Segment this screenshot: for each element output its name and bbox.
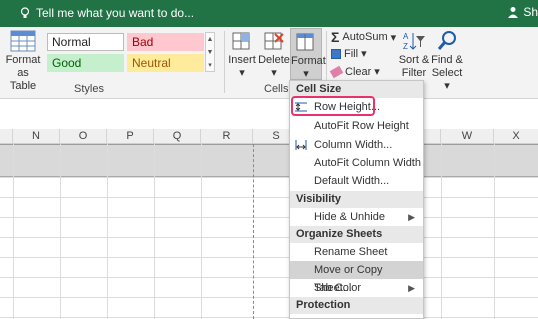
format-button[interactable]: Format ▾ (290, 28, 326, 80)
protection-header: Protection (290, 297, 423, 314)
gallery-more-icon[interactable]: ▾ (206, 59, 214, 72)
eraser-icon (329, 65, 344, 78)
cell-grid[interactable] (0, 177, 538, 319)
style-good-label: Good (52, 56, 82, 70)
column-header-q[interactable]: Q (154, 129, 201, 144)
cells-group-label: Cells (264, 83, 289, 95)
tab-color-label: Tab Color (314, 282, 362, 294)
find-select-dropdown-icon: ▾ (444, 80, 450, 92)
column-width-icon (295, 140, 307, 150)
sigma-icon: Σ (331, 29, 340, 45)
styles-group-label: Styles (74, 83, 104, 95)
rename-sheet-label: Rename Sheet (314, 246, 388, 258)
column-headers: N O P Q R S T U V W X (0, 129, 538, 144)
autosum-button[interactable]: Σ AutoSum ▾ (331, 29, 396, 45)
sort-filter-icon: A Z (403, 32, 425, 51)
autofit-row-height-item[interactable]: AutoFit Row Height (290, 117, 423, 135)
insert-dropdown-icon: ▾ (239, 67, 245, 79)
format-cells-icon (296, 33, 314, 51)
style-neutral[interactable]: Neutral (127, 54, 204, 72)
autosum-dropdown-icon: ▾ (390, 31, 397, 44)
styles-gallery-scroll[interactable]: ▲ ▼ ▾ (205, 32, 215, 72)
find-select-button[interactable]: Find & Select ▾ (430, 30, 464, 93)
svg-text:Z: Z (403, 42, 408, 51)
clear-button[interactable]: Clear ▾ (329, 65, 380, 78)
tell-me-text: Tell me what you want to do... (36, 6, 195, 20)
insert-cells-icon (232, 32, 250, 50)
style-bad-label: Bad (132, 35, 154, 49)
table-icon (10, 30, 36, 52)
column-width-item[interactable]: Column Width... (290, 136, 423, 154)
row-height-highlight (291, 96, 375, 116)
clear-dropdown-icon: ▾ (374, 66, 380, 78)
group-separator (224, 31, 225, 93)
organize-sheets-header: Organize Sheets (290, 226, 423, 243)
clear-label: Clear (345, 65, 372, 78)
autofit-column-width-item[interactable]: AutoFit Column Width (290, 154, 423, 172)
default-width-label: Default Width... (314, 175, 390, 187)
column-header-r[interactable]: R (201, 129, 253, 144)
grid-line (154, 144, 155, 319)
style-normal[interactable]: Normal (47, 33, 124, 51)
delete-label: Delete (258, 54, 290, 66)
style-neutral-label: Neutral (132, 56, 171, 70)
svg-text:A: A (403, 32, 409, 41)
visibility-header: Visibility (290, 191, 423, 208)
fill-dropdown-icon: ▾ (361, 48, 367, 60)
format-label: Format (291, 55, 326, 67)
scroll-down-icon[interactable]: ▼ (206, 46, 214, 59)
lightbulb-icon (20, 7, 30, 18)
tell-me-box[interactable]: Tell me what you want to do... (20, 6, 194, 20)
submenu-arrow-icon: ▶ (408, 283, 415, 293)
delete-cells-icon (264, 32, 284, 50)
autosum-label: AutoSum (342, 31, 388, 43)
person-icon (508, 7, 519, 18)
fill-button[interactable]: Fill ▾ (331, 47, 367, 60)
insert-label: Insert (228, 54, 256, 66)
format-dropdown-icon: ▾ (303, 68, 309, 80)
column-header-w[interactable]: W (441, 129, 494, 144)
style-normal-label: Normal (52, 35, 91, 49)
column-header-x[interactable]: X (494, 129, 538, 144)
insert-button[interactable]: Insert ▾ (228, 30, 256, 80)
autofit-row-height-label: AutoFit Row Height (314, 120, 409, 132)
fill-label: Fill (344, 47, 359, 60)
magnifier-icon (437, 31, 456, 50)
column-header-n[interactable]: N (13, 129, 60, 144)
ribbon: Format as Table Normal Bad Good Neutral … (0, 27, 538, 99)
default-width-item[interactable]: Default Width... (290, 172, 423, 190)
column-width-label: Column Width... (314, 139, 393, 151)
column-header-partial[interactable] (0, 129, 13, 144)
grid-line (60, 144, 61, 319)
scroll-up-icon[interactable]: ▲ (206, 33, 214, 46)
selected-rows-band[interactable] (0, 144, 538, 177)
hide-unhide-label: Hide & Unhide (314, 211, 385, 223)
submenu-arrow-icon: ▶ (408, 212, 415, 222)
grid-line (441, 144, 442, 319)
share-button[interactable]: Sh (507, 5, 538, 19)
column-header-p[interactable]: P (107, 129, 154, 144)
rename-sheet-item[interactable]: Rename Sheet (290, 243, 423, 261)
grid-line (13, 144, 14, 319)
grid-line (107, 144, 108, 319)
sort-filter-label: Sort & Filter (398, 54, 430, 79)
title-bar: Tell me what you want to do... Sh (0, 0, 538, 27)
column-header-o[interactable]: O (60, 129, 107, 144)
fill-down-icon (331, 48, 341, 59)
format-as-table-label: Format as Table (5, 54, 41, 92)
grid-line (201, 144, 202, 319)
delete-button[interactable]: Delete ▾ (258, 30, 290, 80)
move-copy-sheet-item[interactable]: Move or Copy Sheet... (290, 261, 423, 294)
style-bad[interactable]: Bad (127, 33, 204, 51)
find-select-label: Find & Select (431, 54, 463, 79)
tab-color-item[interactable]: Tab Color ▶ (290, 279, 423, 297)
autofit-column-width-label: AutoFit Column Width (314, 157, 421, 169)
style-good[interactable]: Good (47, 54, 124, 72)
delete-dropdown-icon: ▾ (271, 67, 277, 79)
share-label: Sh (523, 5, 538, 19)
grid-line (494, 144, 495, 319)
format-as-table-button[interactable]: Format as Table (2, 30, 44, 93)
page-break-line (253, 144, 254, 319)
hide-unhide-item[interactable]: Hide & Unhide ▶ (290, 208, 423, 226)
